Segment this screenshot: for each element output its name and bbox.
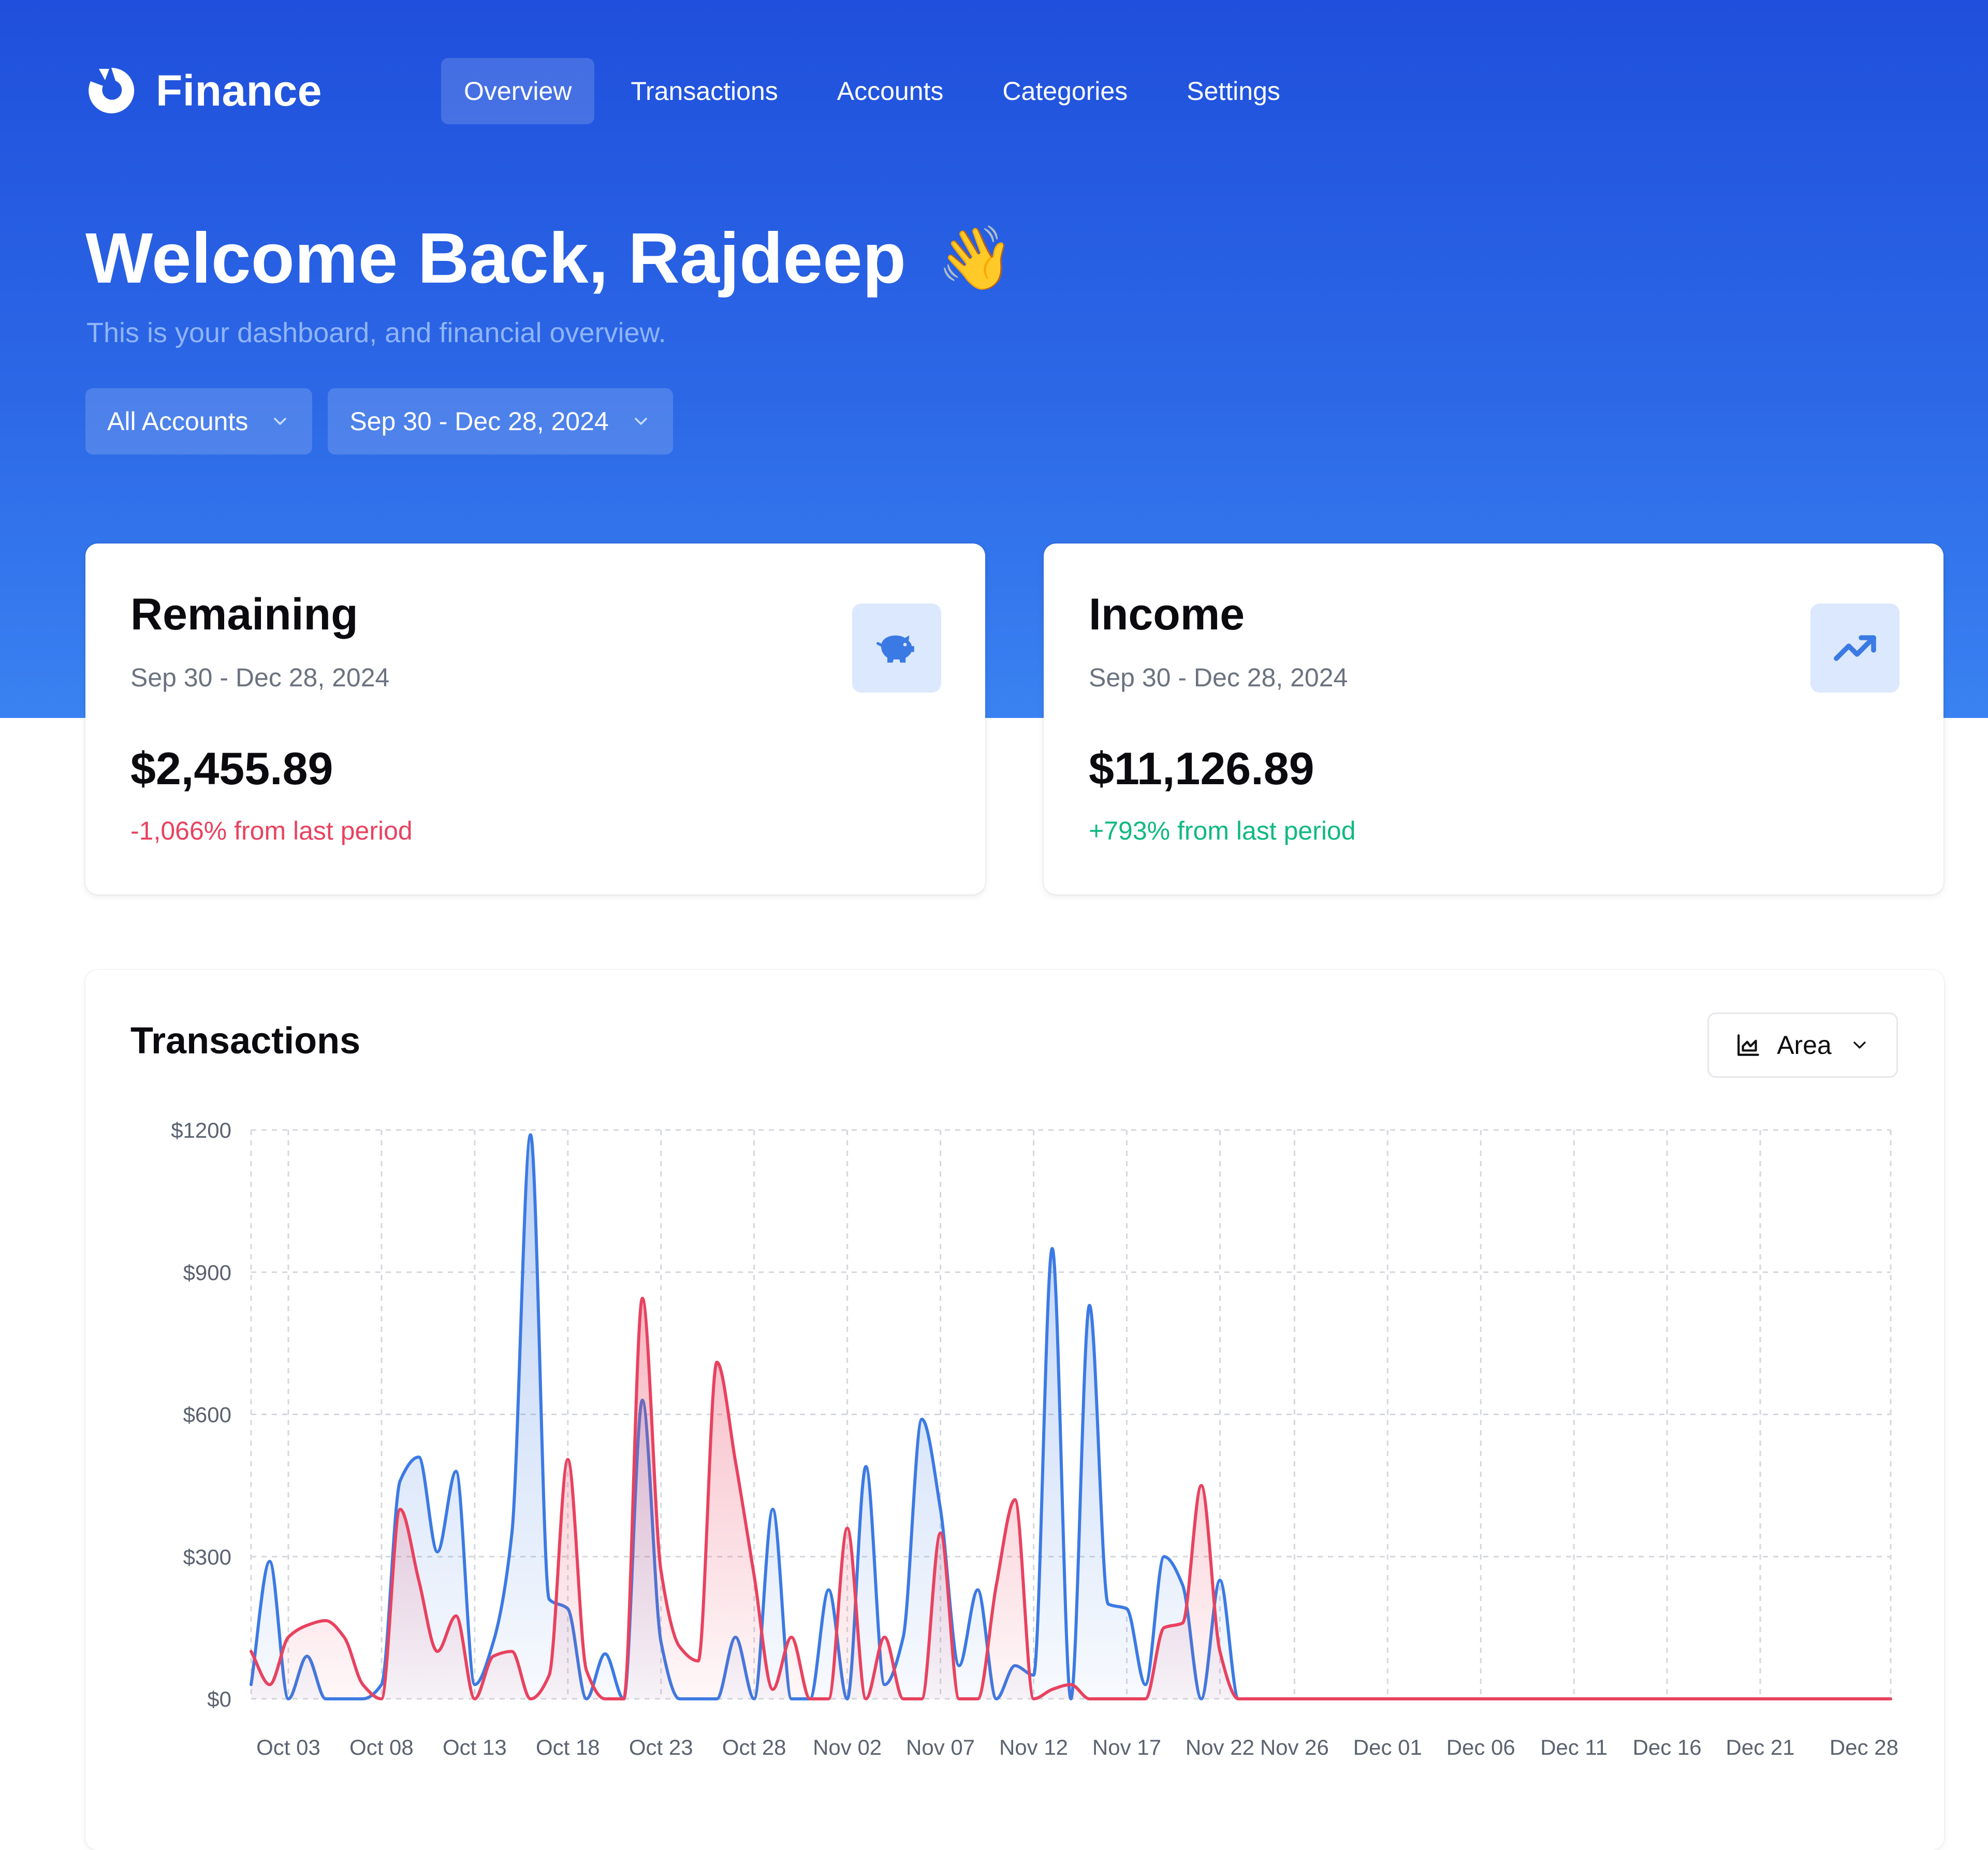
x-tick-label: Dec 01 <box>1353 1735 1422 1759</box>
x-tick-label: Nov 17 <box>1092 1735 1161 1759</box>
y-tick-label: $900 <box>183 1260 231 1285</box>
chart-grid <box>250 1129 1892 1700</box>
x-tick-label: Oct 18 <box>536 1735 600 1759</box>
income-series-line <box>250 1133 1892 1701</box>
x-tick-label: Nov 07 <box>906 1735 975 1759</box>
x-axis-ticks: Oct 03 Oct 08 Oct 13 Oct 18 Oct 23 Oct 28 Nov … <box>256 1735 1898 1759</box>
x-tick-label: Nov 22 <box>1186 1735 1254 1759</box>
x-tick-label: Oct 28 <box>722 1735 786 1759</box>
x-tick-label: Oct 08 <box>349 1735 414 1759</box>
y-axis-ticks: $0 $300 $600 $900 $1200 <box>171 1118 231 1711</box>
x-tick-label: Dec 11 <box>1540 1735 1607 1759</box>
chart-series <box>250 1133 1892 1701</box>
x-tick-label: Nov 12 <box>999 1735 1068 1759</box>
x-tick-label: Dec 28 <box>1830 1735 1898 1759</box>
y-tick-label: $600 <box>183 1403 231 1427</box>
x-tick-label: Dec 16 <box>1633 1735 1702 1759</box>
x-tick-label: Nov 02 <box>813 1735 882 1759</box>
y-tick-label: $1200 <box>171 1118 231 1142</box>
y-tick-label: $0 <box>207 1687 231 1711</box>
income-area-fill <box>251 1135 1891 1699</box>
x-tick-label: Oct 23 <box>629 1735 693 1759</box>
x-tick-label: Oct 13 <box>443 1735 507 1759</box>
transactions-area-chart: $0$300$600$900$1200 Oct 03 Oct 08 Oct 13 Oc… <box>171 1118 1898 1759</box>
x-tick-label: Dec 06 <box>1446 1735 1515 1759</box>
y-tick-label: $300 <box>183 1545 231 1569</box>
x-tick-label: Oct 03 <box>256 1735 320 1759</box>
x-tick-label: Nov 26 <box>1260 1735 1329 1759</box>
x-tick-label: Dec 21 <box>1726 1735 1795 1759</box>
